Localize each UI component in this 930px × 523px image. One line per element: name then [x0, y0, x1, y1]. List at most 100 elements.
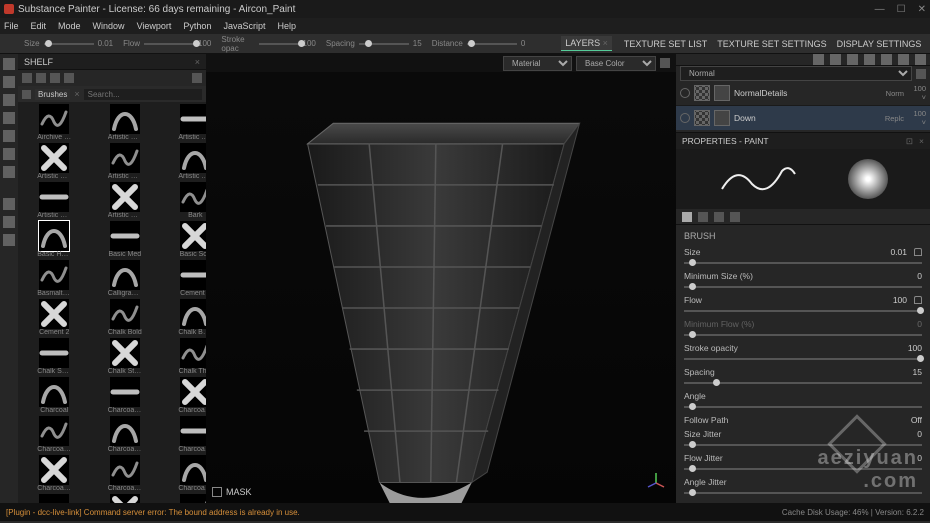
brush-item[interactable]: Charcoal Sh...	[91, 455, 160, 492]
shelf-add-icon[interactable]	[192, 73, 202, 83]
menu-viewport[interactable]: Viewport	[137, 21, 172, 31]
brush-item[interactable]: Cement 2	[20, 299, 89, 336]
delete-layer-icon[interactable]	[898, 54, 909, 65]
slider-stroke-opac[interactable]: Stroke opac100	[221, 35, 315, 53]
slider-minimum-flow----[interactable]	[684, 334, 922, 336]
slider-angle[interactable]	[684, 406, 922, 408]
stencil-tab-icon[interactable]	[714, 212, 724, 222]
menu-edit[interactable]: Edit	[31, 21, 47, 31]
brush-item[interactable]: Basic Med	[91, 221, 160, 258]
brush-item[interactable]: Charcoal Ra...	[20, 455, 89, 492]
lock-icon[interactable]	[914, 248, 922, 256]
clone-tool-icon[interactable]	[3, 148, 15, 160]
layer-mask-thumb[interactable]	[694, 110, 710, 126]
viewport-settings-icon[interactable]	[660, 58, 670, 68]
export-icon[interactable]	[915, 54, 926, 65]
brush-item[interactable]: Cement 1	[161, 260, 206, 297]
slider-spacing[interactable]: Spacing15	[326, 39, 422, 48]
minimize-button[interactable]: —	[875, 4, 885, 15]
pin-icon[interactable]: ⊡	[906, 136, 913, 147]
menu-python[interactable]: Python	[183, 21, 211, 31]
tab-display-settings[interactable]: DISPLAY SETTINGS	[833, 37, 926, 51]
tab-texture-set-list[interactable]: TEXTURE SET LIST	[620, 37, 711, 51]
close-icon[interactable]: ×	[74, 89, 79, 99]
brush-tab-icon[interactable]	[682, 212, 692, 222]
layer-mask-thumb[interactable]	[694, 85, 710, 101]
slider-stroke-opacity[interactable]	[684, 358, 922, 360]
viewport-canvas[interactable]: MASK	[206, 72, 676, 503]
close-icon[interactable]: ×	[603, 38, 608, 48]
alpha-tab-icon[interactable]	[698, 212, 708, 222]
layers-tab[interactable]: LAYERS ×	[561, 36, 612, 51]
brush-item[interactable]: Charcoal	[20, 377, 89, 414]
paint-tool-icon[interactable]	[3, 58, 15, 70]
slider-angle-jitter[interactable]	[684, 492, 922, 494]
layer-settings-icon[interactable]	[916, 69, 926, 79]
menu-help[interactable]: Help	[277, 21, 296, 31]
tab-texture-set-settings[interactable]: TEXTURE SET SETTINGS	[713, 37, 830, 51]
layer-thumb[interactable]	[714, 85, 730, 101]
slider-distance[interactable]: Distance0	[432, 39, 526, 48]
brush-item[interactable]: Charcoal W...	[91, 416, 160, 453]
tex-set-icon[interactable]	[3, 234, 15, 246]
add-layer-icon[interactable]	[813, 54, 824, 65]
layer-row[interactable]: DownReplc100 ˅	[676, 106, 930, 130]
brush-item[interactable]: Concrete	[20, 494, 89, 503]
brush-item[interactable]: Basic Soft	[161, 221, 206, 258]
material-picker-icon[interactable]	[3, 166, 15, 178]
brush-item[interactable]: Charcoal W...	[161, 455, 206, 492]
menu-javascript[interactable]: JavaScript	[223, 21, 265, 31]
brush-item[interactable]: Charcoal Fine	[91, 377, 160, 414]
brush-item[interactable]: Chalk Bold	[91, 299, 160, 336]
brush-item[interactable]: Artistic Har...	[161, 143, 206, 180]
menu-mode[interactable]: Mode	[58, 21, 81, 31]
close-button[interactable]: ✕	[918, 4, 926, 15]
maximize-button[interactable]: ☐	[897, 4, 906, 15]
layer-row[interactable]: NormalDetailsNorm100 ˅	[676, 81, 930, 106]
brush-item[interactable]: Airchive liner	[20, 104, 89, 141]
shelf-folder-icon[interactable]	[36, 73, 46, 83]
menu-window[interactable]: Window	[93, 21, 125, 31]
shelf-settings-icon[interactable]	[64, 73, 74, 83]
slider-flow[interactable]	[684, 310, 922, 312]
brush-item[interactable]: Calligraphic	[91, 260, 160, 297]
menu-file[interactable]: File	[4, 21, 19, 31]
brush-item[interactable]: Artistic Brus...	[91, 104, 160, 141]
brush-item[interactable]: Charcoal H...	[161, 377, 206, 414]
material-tab-icon[interactable]	[730, 212, 740, 222]
channel-select[interactable]: Base Color	[576, 56, 656, 71]
slider-flow-jitter[interactable]	[684, 468, 922, 470]
brush-item[interactable]: Artistic Pend	[91, 143, 160, 180]
blend-mode-select[interactable]: Normal	[680, 66, 912, 81]
slider-size[interactable]	[684, 262, 922, 264]
shelf-home-icon[interactable]	[22, 73, 32, 83]
add-fill-layer-icon[interactable]	[830, 54, 841, 65]
brush-item[interactable]: Cotton	[161, 494, 206, 503]
close-icon[interactable]: ×	[919, 136, 924, 147]
brush-item[interactable]: Basic Hard	[20, 221, 89, 258]
add-group-icon[interactable]	[864, 54, 875, 65]
brushes-filter-tab[interactable]: Brushes	[35, 89, 70, 100]
slider-spacing[interactable]	[684, 382, 922, 384]
brush-item[interactable]: Bark	[161, 182, 206, 219]
layer-thumb[interactable]	[714, 110, 730, 126]
slider-flow[interactable]: Flow100	[123, 39, 211, 48]
shelf-close-icon[interactable]: ×	[195, 57, 200, 67]
slider-size[interactable]: Size0.01	[24, 39, 113, 48]
brush-item[interactable]: Artistic Soft	[91, 182, 160, 219]
shelf-icon[interactable]	[3, 198, 15, 210]
slider-size-jitter[interactable]	[684, 444, 922, 446]
layers-icon[interactable]	[3, 216, 15, 228]
shelf-import-icon[interactable]	[50, 73, 60, 83]
slider-minimum-size----[interactable]	[684, 286, 922, 288]
filter-icon[interactable]	[22, 90, 31, 99]
brush-item[interactable]: Chalk Bumpy	[161, 299, 206, 336]
visibility-icon[interactable]	[680, 88, 690, 98]
projection-tool-icon[interactable]	[3, 94, 15, 106]
smudge-tool-icon[interactable]	[3, 130, 15, 142]
brush-item[interactable]: Artistic Brus...	[161, 104, 206, 141]
brush-item[interactable]: Artistic Haz...	[20, 143, 89, 180]
add-effect-icon[interactable]	[881, 54, 892, 65]
brush-item[interactable]: Concrete Li...	[91, 494, 160, 503]
visibility-icon[interactable]	[680, 113, 690, 123]
